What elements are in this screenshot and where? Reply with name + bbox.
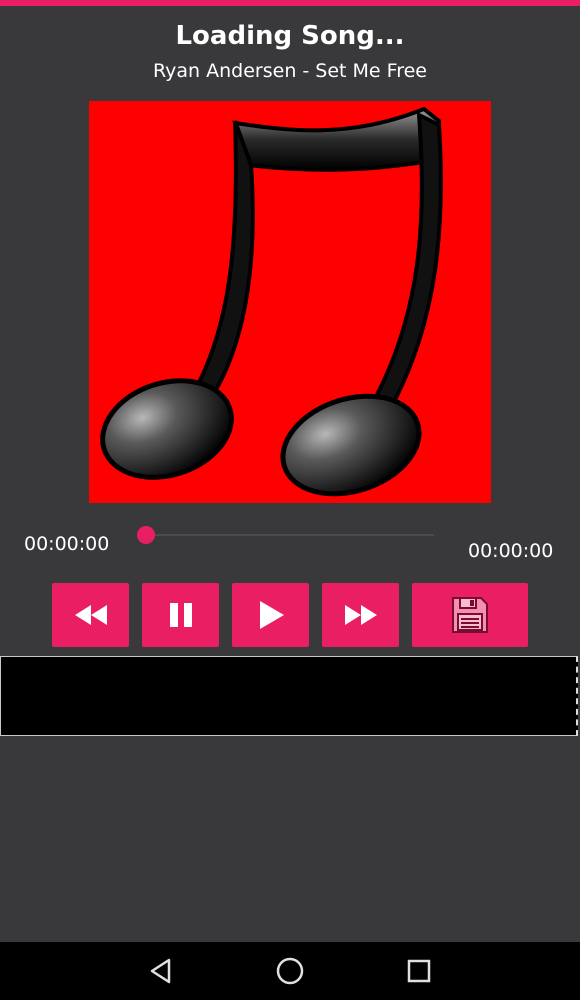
recents-square-icon — [407, 959, 431, 983]
top-accent-bar — [0, 0, 580, 6]
nav-recents-button[interactable] — [390, 942, 448, 1000]
play-button[interactable] — [232, 583, 309, 647]
pause-button[interactable] — [142, 583, 219, 647]
ad-banner[interactable] — [0, 656, 578, 736]
seek-bar[interactable] — [146, 534, 434, 536]
rewind-icon — [74, 605, 107, 625]
pause-icon — [169, 603, 192, 627]
song-title: Loading Song... — [175, 21, 405, 51]
floppy-disk-icon — [452, 597, 488, 633]
fast-forward-icon — [344, 605, 377, 625]
system-nav-bar — [0, 942, 580, 1000]
rewind-button[interactable] — [52, 583, 129, 647]
seek-thumb[interactable] — [137, 526, 155, 544]
album-art — [89, 101, 491, 503]
back-triangle-icon — [150, 958, 171, 984]
total-time: 00:00:00 — [468, 540, 554, 562]
fast-forward-button[interactable] — [322, 583, 399, 647]
current-time: 00:00:00 — [24, 533, 110, 555]
play-icon — [259, 601, 284, 629]
song-artist-title: Ryan Andersen - Set Me Free — [153, 60, 427, 82]
music-note-icon — [100, 106, 443, 497]
nav-home-button[interactable] — [261, 942, 319, 1000]
home-circle-icon — [276, 957, 304, 985]
nav-back-button[interactable] — [132, 942, 190, 1000]
save-button[interactable] — [412, 583, 528, 647]
